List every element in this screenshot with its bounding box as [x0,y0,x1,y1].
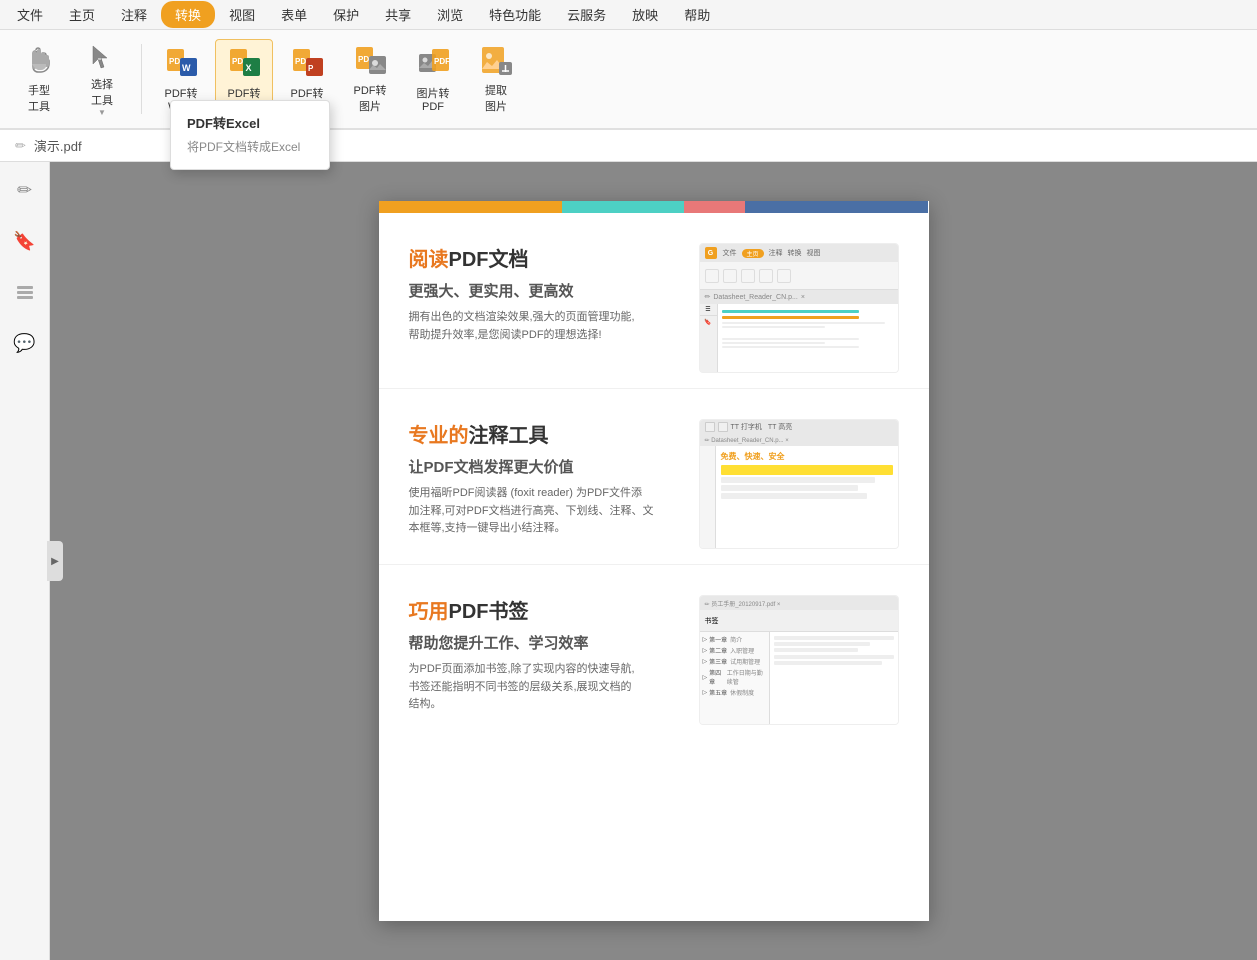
pdf-read-body: 拥有出色的文档渲染效果,强大的页面管理功能, 帮助提升效率,是您阅读PDF的理想… [409,309,679,344]
color-seg-pink [684,201,745,213]
image-pdf-icon: PDF [415,45,451,81]
svg-text:P: P [308,64,314,73]
pdf-to-image-button[interactable]: PDF PDF转 图片 [341,39,399,119]
svg-text:W: W [182,63,191,73]
color-seg-navy [745,201,928,213]
select-tool-label: 选择 工具 [91,76,113,108]
toolbar-divider-1 [141,44,142,114]
menu-protect[interactable]: 保护 [321,1,371,28]
svg-text:PDF: PDF [434,57,450,66]
pdf-read-screenshot: G 文件 主页 注释 转换 视图 [699,243,899,373]
extract-icon [478,44,514,78]
pdf-color-bar [379,201,929,213]
image-to-pdf-button[interactable]: PDF 图片转 PDF [404,39,462,119]
tooltip-description: 将PDF文档转成Excel [171,136,329,161]
menu-present[interactable]: 放映 [620,1,670,28]
pdf-annotate-title: 专业的注释工具 [409,419,679,448]
pdf-bookmark-body: 为PDF页面添加书签,除了实现内容的快速导航, 书签还能指明不同书签的层级关系,… [409,661,679,714]
image-pdf-label: 图片转 PDF [417,85,450,113]
mini-content-1: ☰ 🔖 [700,304,898,372]
mini-tab-1: ✏ Datasheet_Reader_CN.p... × [700,290,898,304]
left-sidebar: ✏ 🔖 💬 ▶ [0,162,50,960]
mini-bookmark-tab: ✏ 员工手册_20120917.pdf × [700,596,898,610]
menu-bar: 文件 主页 注释 转换 视图 表单 保护 共享 浏览 特色功能 云服务 放映 帮… [0,0,1257,30]
sidebar-layers-icon[interactable] [7,274,43,310]
pdf-section-bookmark: 巧用PDF书签 帮助您提升工作、学习效率 为PDF页面添加书签,除了实现内容的快… [379,565,929,740]
extract-image-button[interactable]: 提取 图片 [467,39,525,119]
mini-bookmark-toolbar: 书签 [700,610,898,632]
menu-share[interactable]: 共享 [373,1,423,28]
select-icon [84,42,120,72]
hand-tool-button[interactable]: 手型 工具 [10,39,68,119]
main-layout: ✏ 🔖 💬 ▶ [0,162,1257,960]
pdf-image-icon: PDF [352,44,388,78]
hand-tool-label: 手型 工具 [28,82,50,114]
pdf-section-read: 阅读PDF文档 更强大、更实用、更高效 拥有出色的文档渲染效果,强大的页面管理功… [379,213,929,389]
sidebar-chat-icon[interactable]: 💬 [7,325,43,361]
pdf-read-title: 阅读PDF文档 [409,243,679,272]
mini-toolbar-1 [700,262,898,290]
color-seg-teal [562,201,684,213]
menu-browse[interactable]: 浏览 [425,1,475,28]
pdf-bookmark-screenshot: ✏ 员工手册_20120917.pdf × 书签 ▷第一章简介 [699,595,899,725]
menu-cloud[interactable]: 云服务 [555,1,618,28]
mini-annotation-content: 免费、快速、安全 [700,446,898,548]
pdf-ppt-icon: PDF P [289,45,325,81]
mini-bookmark-content: ▷第一章简介 ▷第二章入职管理 ▷第三章试用期管理 ▷第四章工作日期与勤续管 [700,632,898,724]
sidebar-bookmark-icon[interactable]: 🔖 [7,223,43,259]
pdf-annotate-body: 使用福昕PDF阅读器 (foxit reader) 为PDF文件添 加注释,可对… [409,485,679,538]
filename-text: 演示.pdf [34,136,82,155]
pdf-read-text: 阅读PDF文档 更强大、更实用、更高效 拥有出色的文档渲染效果,强大的页面管理功… [409,243,679,373]
svg-text:X: X [246,63,252,73]
mini-sidebar-1: ☰ 🔖 [700,304,718,372]
pdf-bookmark-title: 巧用PDF书签 [409,595,679,624]
tooltip-title: PDF转Excel [171,109,329,136]
pdf-bookmark-text: 巧用PDF书签 帮助您提升工作、学习效率 为PDF页面添加书签,除了实现内容的快… [409,595,679,725]
menu-features[interactable]: 特色功能 [477,1,553,28]
content-area: 阅读PDF文档 更强大、更实用、更高效 拥有出色的文档渲染效果,强大的页面管理功… [50,162,1257,960]
hand-icon [21,44,57,78]
pdf-read-subtitle: 更强大、更实用、更高效 [409,280,679,301]
menu-convert[interactable]: 转换 [161,1,215,28]
pencil-icon: ✏ [15,138,26,154]
mini-bookmark-app: ✏ 员工手册_20120917.pdf × 书签 ▷第一章简介 [700,596,898,724]
select-dropdown-arrow: ▼ [98,108,106,117]
select-tool-button[interactable]: 选择 工具 ▼ [73,39,131,119]
pdf-excel-icon: PDF X [226,45,262,81]
menu-view[interactable]: 视图 [217,1,267,28]
mini-annotation-app: TT 打字机 TT 高亮 ✏ Datasheet_Reader_CN.p... … [700,420,898,548]
pdf-bookmark-subtitle: 帮助您提升工作、学习效率 [409,632,679,653]
pdf-word-icon: PDF W [163,45,199,81]
mini-annotation-tab: ✏ Datasheet_Reader_CN.p... × [700,434,898,446]
pdf-section-annotate: 专业的注释工具 让PDF文档发挥更大价值 使用福昕PDF阅读器 (foxit r… [379,389,929,565]
mini-doc-1 [718,304,898,372]
sidebar-pencil-icon[interactable]: ✏ [7,172,43,208]
pdf-annotate-subtitle: 让PDF文档发挥更大价值 [409,456,679,477]
menu-annotate[interactable]: 注释 [109,1,159,28]
menu-help[interactable]: 帮助 [672,1,722,28]
pdf-annotate-text: 专业的注释工具 让PDF文档发挥更大价值 使用福昕PDF阅读器 (foxit r… [409,419,679,549]
pdf-annotate-screenshot: TT 打字机 TT 高亮 ✏ Datasheet_Reader_CN.p... … [699,419,899,549]
mini-titlebar-1: G 文件 主页 注释 转换 视图 [700,244,898,262]
menu-form[interactable]: 表单 [269,1,319,28]
mini-annotation-toolbar: TT 打字机 TT 高亮 [700,420,898,434]
tooltip-dropdown: PDF转Excel 将PDF文档转成Excel [170,100,330,170]
extract-image-label: 提取 图片 [485,82,507,114]
menu-file[interactable]: 文件 [5,1,55,28]
pdf-preview: 阅读PDF文档 更强大、更实用、更高效 拥有出色的文档渲染效果,强大的页面管理功… [379,201,929,921]
color-seg-orange [379,201,562,213]
collapse-arrow[interactable]: ▶ [47,541,63,581]
menu-home[interactable]: 主页 [57,1,107,28]
pdf-image-label: PDF转 图片 [354,82,387,114]
